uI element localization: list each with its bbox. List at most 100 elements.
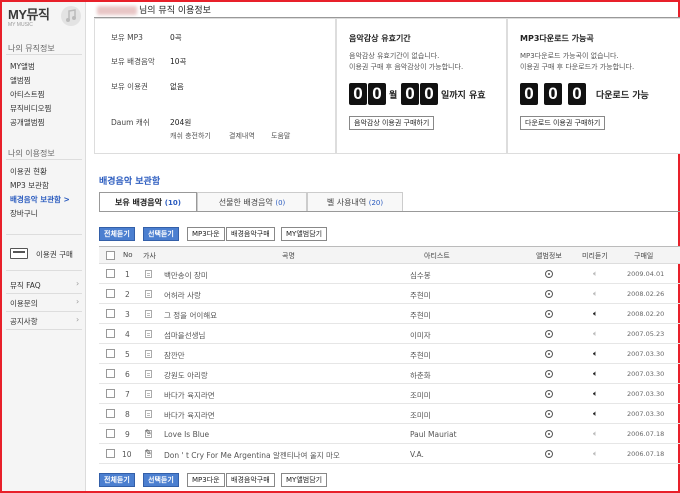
row-checkbox[interactable] bbox=[106, 369, 115, 378]
song-title-link[interactable]: 바다가 육지라면 bbox=[164, 410, 215, 421]
lyrics-document-icon[interactable] bbox=[145, 390, 152, 398]
buy-download-pass-button[interactable]: 다운로드 이용권 구매하기 bbox=[520, 116, 606, 130]
album-info-icon[interactable] bbox=[545, 430, 553, 438]
artist-link[interactable]: V.A. bbox=[410, 450, 424, 459]
sidebar-item-1[interactable]: 앨범찜 bbox=[10, 75, 31, 86]
table-row[interactable]: 9 Love Is Blue Paul Mauriat 🔈︎ 2006.07.18 bbox=[99, 424, 680, 444]
speaker-icon[interactable]: 🔈︎ bbox=[593, 289, 598, 299]
sidebar-item-0[interactable]: MY앨범 bbox=[10, 61, 35, 72]
artist-link[interactable]: 조미미 bbox=[410, 410, 431, 421]
sidebar-item-2[interactable]: 아티스트찜 bbox=[10, 89, 45, 100]
bottom-toolbar-button-0[interactable]: 전체듣기 bbox=[99, 473, 135, 487]
song-title-link[interactable]: 그 정을 어이해요 bbox=[164, 310, 217, 321]
lyrics-document-icon[interactable] bbox=[145, 370, 152, 378]
sidebar-link-2[interactable]: 공지사항 bbox=[10, 316, 38, 327]
lyrics-document-icon[interactable] bbox=[145, 410, 152, 418]
sidebar-link-0[interactable]: 뮤직 FAQ bbox=[10, 280, 41, 291]
select-all-checkbox[interactable] bbox=[106, 251, 115, 260]
speaker-icon[interactable]: 🔈︎ bbox=[593, 309, 598, 319]
speaker-icon[interactable]: 🔈︎ bbox=[593, 329, 598, 339]
song-title-link[interactable]: 어허라 사랑 bbox=[164, 290, 201, 301]
sidebar-usage-item-1[interactable]: MP3 보관함 bbox=[10, 180, 49, 191]
speaker-icon[interactable]: 🔈︎ bbox=[593, 349, 598, 359]
table-row[interactable]: 5 잠깐만 주현미 🔈︎ 2007.03.30 bbox=[99, 344, 680, 364]
buy-pass-button[interactable]: 이용권 구매 bbox=[8, 246, 82, 262]
album-info-icon[interactable] bbox=[545, 270, 553, 278]
artist-link[interactable]: 주현미 bbox=[410, 290, 431, 301]
album-info-icon[interactable] bbox=[545, 390, 553, 398]
top-toolbar-button-4[interactable]: MY앨범담기 bbox=[281, 227, 328, 241]
song-title-link[interactable]: 백만송이 장미 bbox=[164, 270, 208, 281]
my-music-logo[interactable]: MY뮤직 MY MUSIC bbox=[8, 4, 50, 28]
tab-0[interactable]: 보유 배경음악 (10) bbox=[99, 192, 197, 212]
charge-cash-link[interactable]: 캐쉬 충전하기 bbox=[170, 131, 211, 141]
lyrics-document-icon[interactable] bbox=[145, 448, 152, 458]
artist-link[interactable]: 주현미 bbox=[410, 310, 431, 321]
top-toolbar-button-3[interactable]: 배경음악구매 bbox=[226, 227, 275, 241]
speaker-icon[interactable]: 🔈︎ bbox=[593, 269, 598, 279]
bottom-toolbar-button-1[interactable]: 선택듣기 bbox=[143, 473, 179, 487]
album-info-icon[interactable] bbox=[545, 350, 553, 358]
row-checkbox[interactable] bbox=[106, 429, 115, 438]
lyrics-document-icon[interactable] bbox=[145, 290, 152, 298]
table-row[interactable]: 8 바다가 육지라면 조미미 🔈︎ 2007.03.30 bbox=[99, 404, 680, 424]
artist-link[interactable]: 조미미 bbox=[410, 390, 431, 401]
table-row[interactable]: 6 강원도 아리랑 하춘화 🔈︎ 2007.03.30 bbox=[99, 364, 680, 384]
lyrics-document-icon[interactable] bbox=[145, 310, 152, 318]
row-checkbox[interactable] bbox=[106, 329, 115, 338]
help-link[interactable]: 도움말 bbox=[271, 131, 290, 141]
lyrics-document-icon[interactable] bbox=[145, 270, 152, 278]
buy-streaming-pass-button[interactable]: 음악감상 이용권 구매하기 bbox=[349, 116, 435, 130]
bottom-toolbar-button-4[interactable]: MY앨범담기 bbox=[281, 473, 328, 487]
artist-link[interactable]: 주현미 bbox=[410, 350, 431, 361]
lyrics-document-icon[interactable] bbox=[145, 350, 152, 358]
sidebar-usage-item-3[interactable]: 장바구니 bbox=[10, 208, 38, 219]
lyrics-document-icon[interactable] bbox=[145, 428, 152, 438]
artist-link[interactable]: 심수봉 bbox=[410, 270, 431, 281]
table-row[interactable]: 2 어허라 사랑 주현미 🔈︎ 2008.02.26 bbox=[99, 284, 680, 304]
table-row[interactable]: 10 Don ' t Cry For Me Argentina 알젠티나여 울지 … bbox=[99, 444, 680, 464]
row-checkbox[interactable] bbox=[106, 289, 115, 298]
row-checkbox[interactable] bbox=[106, 309, 115, 318]
speaker-icon[interactable]: 🔈︎ bbox=[593, 429, 598, 439]
sidebar-usage-item-2[interactable]: 배경음악 보관함 > bbox=[10, 194, 70, 205]
sidebar-item-3[interactable]: 뮤직비디오찜 bbox=[10, 103, 51, 114]
speaker-icon[interactable]: 🔈︎ bbox=[593, 389, 598, 399]
table-row[interactable]: 1 백만송이 장미 심수봉 🔈︎ 2009.04.01 bbox=[99, 264, 680, 284]
sidebar-link-1[interactable]: 이용문의 bbox=[10, 298, 38, 309]
album-info-icon[interactable] bbox=[545, 330, 553, 338]
sidebar-item-4[interactable]: 공개앨범찜 bbox=[10, 117, 45, 128]
album-info-icon[interactable] bbox=[545, 450, 553, 458]
album-info-icon[interactable] bbox=[545, 410, 553, 418]
top-toolbar-button-1[interactable]: 선택듣기 bbox=[143, 227, 179, 241]
song-title-link[interactable]: Love Is Blue bbox=[164, 430, 209, 439]
tab-2[interactable]: 벨 사용내역 (20) bbox=[307, 192, 403, 212]
lyrics-document-icon[interactable] bbox=[145, 330, 152, 338]
artist-link[interactable]: 이미자 bbox=[410, 330, 431, 341]
top-toolbar-button-2[interactable]: MP3다운 bbox=[187, 227, 225, 241]
row-checkbox[interactable] bbox=[106, 449, 115, 458]
speaker-icon[interactable]: 🔈︎ bbox=[593, 409, 598, 419]
row-checkbox[interactable] bbox=[106, 389, 115, 398]
top-toolbar-button-0[interactable]: 전체듣기 bbox=[99, 227, 135, 241]
song-title-link[interactable]: 잠깐만 bbox=[164, 350, 185, 361]
table-row[interactable]: 7 바다가 육지라면 조미미 🔈︎ 2007.03.30 bbox=[99, 384, 680, 404]
row-checkbox[interactable] bbox=[106, 349, 115, 358]
song-title-link[interactable]: 바다가 육지라면 bbox=[164, 390, 215, 401]
table-row[interactable]: 3 그 정을 어이해요 주현미 🔈︎ 2008.02.20 bbox=[99, 304, 680, 324]
artist-link[interactable]: Paul Mauriat bbox=[410, 430, 457, 439]
album-info-icon[interactable] bbox=[545, 310, 553, 318]
payment-history-link[interactable]: 결제내역 bbox=[229, 131, 255, 141]
speaker-icon[interactable]: 🔈︎ bbox=[593, 449, 598, 459]
bottom-toolbar-button-2[interactable]: MP3다운 bbox=[187, 473, 225, 487]
album-info-icon[interactable] bbox=[545, 370, 553, 378]
bottom-toolbar-button-3[interactable]: 배경음악구매 bbox=[226, 473, 275, 487]
song-title-link[interactable]: 강원도 아리랑 bbox=[164, 370, 208, 381]
speaker-icon[interactable]: 🔈︎ bbox=[593, 369, 598, 379]
artist-link[interactable]: 하춘화 bbox=[410, 370, 431, 381]
song-title-link[interactable]: Don ' t Cry For Me Argentina 알젠티나여 울지 마오 bbox=[164, 450, 340, 461]
row-checkbox[interactable] bbox=[106, 269, 115, 278]
album-info-icon[interactable] bbox=[545, 290, 553, 298]
tab-1[interactable]: 선물한 배경음악 (0) bbox=[197, 192, 307, 212]
sidebar-usage-item-0[interactable]: 이용권 현황 bbox=[10, 166, 47, 177]
